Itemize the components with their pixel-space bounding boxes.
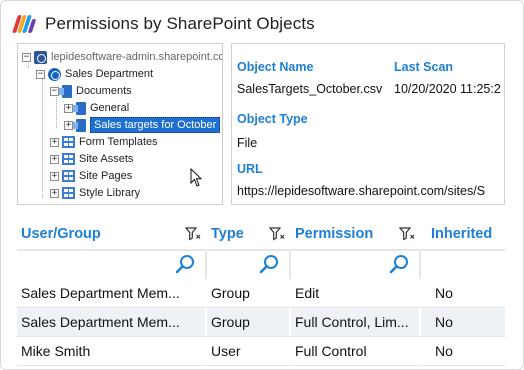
url-label: URL — [237, 162, 263, 176]
expand-icon[interactable]: + — [50, 154, 59, 164]
expand-icon[interactable]: + — [64, 120, 73, 130]
expand-icon[interactable]: + — [50, 137, 59, 147]
user-group-search-cell[interactable] — [17, 251, 207, 279]
tree-node-label: Sales Department — [65, 68, 154, 80]
object-details-panel: Object Name Last Scan SalesTargets_Octob… — [231, 43, 505, 205]
site-globe-icon — [48, 67, 61, 81]
permissions-window: Permissions by SharePoint Objects − lepi… — [0, 0, 524, 370]
tree-node-site-pages[interactable]: + Site Pages — [50, 168, 132, 184]
tree-node-documents[interactable]: − Documents — [50, 83, 132, 99]
list-grid-icon — [62, 153, 75, 165]
cell-user-group: Sales Department Mem... — [17, 279, 207, 308]
sharepoint-site-icon — [34, 50, 47, 64]
object-name-label: Object Name — [237, 60, 314, 74]
permission-search-cell[interactable] — [291, 251, 421, 279]
object-name-value: SalesTargets_October.csv — [237, 82, 383, 96]
cell-permission: Edit — [291, 279, 421, 308]
filter-icon[interactable] — [269, 227, 285, 241]
tree-node-label-selected: Sales targets for October — [90, 117, 221, 133]
column-header-type[interactable]: Type — [207, 219, 291, 251]
column-header-permission[interactable]: Permission — [291, 219, 421, 251]
table-row[interactable]: Mike Smith User Full Control No — [17, 337, 505, 366]
tree-node-sales-targets-for-october[interactable]: + Sales targets for October — [64, 117, 221, 133]
table-row[interactable]: Sales Department Mem... Group Full Contr… — [17, 308, 505, 337]
report-header: Permissions by SharePoint Objects — [12, 11, 315, 37]
table-search-row — [17, 251, 505, 279]
tree-node-label: Form Templates — [79, 136, 158, 148]
tree-node-general[interactable]: + General — [64, 100, 129, 116]
column-header-label: Permission — [295, 226, 374, 242]
search-icon[interactable] — [259, 254, 279, 274]
tree-node-style-library[interactable]: + Style Library — [50, 185, 140, 201]
expand-icon[interactable]: + — [64, 103, 73, 113]
list-grid-icon — [62, 170, 75, 182]
tree-node-form-templates[interactable]: + Form Templates — [50, 134, 158, 150]
column-header-user-group[interactable]: User/Group — [17, 219, 207, 251]
tree-node-label: Site Assets — [79, 153, 134, 165]
page-title: Permissions by SharePoint Objects — [45, 14, 315, 33]
list-grid-icon — [62, 187, 75, 199]
cell-type: User — [207, 337, 291, 366]
collapse-icon[interactable]: − — [36, 69, 45, 79]
expand-icon[interactable]: + — [50, 188, 59, 198]
tree-node-site-assets[interactable]: + Site Assets — [50, 151, 133, 167]
filter-icon[interactable] — [399, 227, 415, 241]
tree-node-root-site[interactable]: − lepidesoftware-admin.sharepoint.co — [22, 49, 223, 65]
search-icon[interactable] — [389, 254, 409, 274]
sharepoint-object-tree[interactable]: − lepidesoftware-admin.sharepoint.co − S… — [17, 43, 223, 205]
object-type-label: Object Type — [237, 112, 308, 126]
column-header-label: Inherited — [431, 226, 493, 242]
tree-node-label: lepidesoftware-admin.sharepoint.co — [51, 51, 223, 63]
mouse-pointer-icon — [190, 168, 203, 187]
tree-node-label: General — [90, 102, 130, 114]
folder-library-icon — [73, 101, 86, 115]
cell-inherited: No — [421, 279, 505, 308]
cell-type: Group — [207, 308, 291, 337]
table-header-row: User/Group Type Permission Inherited — [17, 219, 505, 251]
cell-user-group: Mike Smith — [17, 337, 207, 366]
tree-node-label: Style Library — [79, 187, 141, 199]
object-type-value: File — [237, 136, 258, 150]
collapse-icon[interactable]: − — [22, 52, 31, 62]
cell-inherited: No — [421, 337, 505, 366]
last-scan-label: Last Scan — [394, 60, 454, 74]
cell-user-group: Sales Department Mem... — [17, 308, 207, 337]
column-header-inherited[interactable]: Inherited — [421, 219, 505, 251]
tree-node-label: Site Pages — [79, 170, 133, 182]
list-grid-icon — [62, 136, 75, 148]
column-header-label: User/Group — [21, 226, 101, 242]
url-value: https://lepidesoftware.sharepoint.com/si… — [237, 184, 486, 198]
column-header-label: Type — [211, 226, 244, 242]
cell-inherited: No — [421, 308, 505, 337]
folder-library-icon — [73, 118, 86, 132]
collapse-icon[interactable]: − — [50, 86, 59, 96]
last-scan-value: 10/20/2020 11:25:2 — [394, 82, 501, 96]
tree-node-label: Documents — [76, 85, 132, 97]
type-search-cell[interactable] — [207, 251, 291, 279]
filter-icon[interactable] — [185, 227, 201, 241]
cell-permission: Full Control, Lim... — [291, 308, 421, 337]
inherited-search-cell — [421, 251, 505, 279]
search-icon[interactable] — [175, 254, 195, 274]
tree-node-sales-department[interactable]: − Sales Department — [36, 66, 153, 82]
expand-icon[interactable]: + — [50, 171, 59, 181]
lepide-logo — [12, 13, 37, 35]
document-library-icon — [59, 84, 72, 98]
cell-type: Group — [207, 279, 291, 308]
cell-permission: Full Control — [291, 337, 421, 366]
table-row[interactable]: Sales Department Mem... Group Edit No — [17, 279, 505, 308]
